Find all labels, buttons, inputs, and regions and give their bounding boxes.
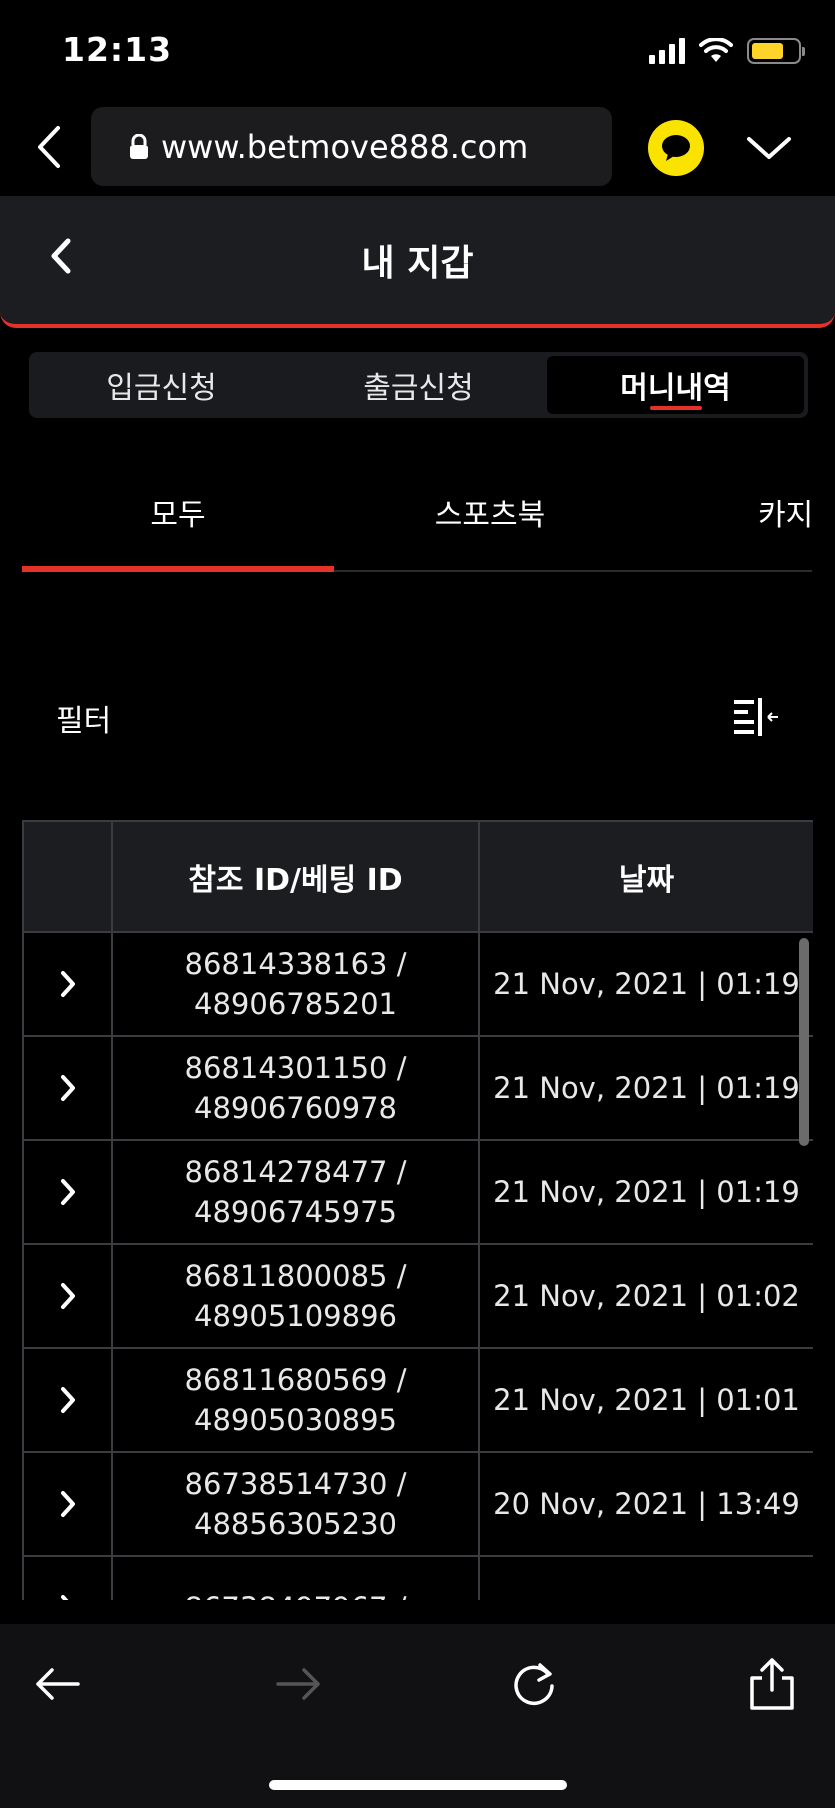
row-ref-cell: 86811680569 / 48905030895 <box>111 1347 480 1453</box>
row-expand-button[interactable] <box>22 1035 113 1141</box>
chevron-right-icon <box>60 970 75 997</box>
bet-id: 48906760978 <box>194 1091 397 1125</box>
row-ref-cell: 86814278477 / 48906745975 <box>111 1139 480 1245</box>
forward-arrow-icon[interactable] <box>266 1654 330 1714</box>
history-table-container[interactable]: 참조 ID/베팅 ID 날짜 86814338163 / 48906785201 … <box>22 820 813 1600</box>
table-header-row: 참조 ID/베팅 ID 날짜 <box>22 820 813 933</box>
category-tab-casino[interactable]: 카지 <box>758 490 835 534</box>
row-expand-button[interactable] <box>22 1139 113 1245</box>
row-expand-button[interactable] <box>22 1347 113 1453</box>
row-expand-button[interactable] <box>22 1555 113 1600</box>
row-date: 21 Nov, 2021 | 01:02 <box>478 1243 813 1349</box>
table-row[interactable]: 86811680569 / 48905030895 21 Nov, 2021 | … <box>22 1347 813 1453</box>
filter-label: 필터 <box>56 704 112 739</box>
ref-id: 86814278477 / <box>184 1155 407 1189</box>
page-title: 내 지갑 <box>361 243 474 284</box>
chevron-right-icon <box>60 1594 69 1600</box>
status-icons <box>649 36 805 66</box>
table-row[interactable]: 86814338163 / 48906785201 21 Nov, 2021 | … <box>22 931 813 1037</box>
row-date <box>478 1555 813 1600</box>
home-indicator[interactable] <box>269 1780 567 1790</box>
tab-withdraw[interactable]: 출금신청 <box>290 356 547 414</box>
row-expand-button[interactable] <box>22 1451 113 1557</box>
row-ref-cell: 86811800085 / 48905109896 <box>111 1243 480 1349</box>
chat-bubble-icon <box>662 135 690 161</box>
tab-deposit[interactable]: 입금신청 <box>33 356 290 414</box>
lock-icon <box>130 133 148 159</box>
row-expand-button[interactable] <box>22 1243 113 1349</box>
chevron-right-icon <box>60 1178 75 1205</box>
kakao-chat-button[interactable] <box>648 120 704 176</box>
row-ref-cell: 86738497967 / <box>111 1555 480 1600</box>
browser-toolbar <box>0 1624 835 1808</box>
table-row[interactable]: 86814301150 / 48906760978 21 Nov, 2021 | … <box>22 1035 813 1141</box>
table-scrollbar[interactable] <box>799 938 809 1146</box>
browser-bar: www.betmove888.com <box>0 100 835 195</box>
chevron-right-icon <box>60 1386 75 1413</box>
category-tab-all[interactable]: 모두 <box>22 490 334 534</box>
header-expand <box>22 820 113 933</box>
battery-icon <box>747 38 805 64</box>
row-ref-cell: 86738514730 / 48856305230 <box>111 1451 480 1557</box>
filter-row: 필터 <box>56 696 780 746</box>
ref-id: 86811800085 / <box>184 1259 407 1293</box>
chevron-right-icon <box>60 1074 75 1101</box>
share-icon[interactable] <box>740 1654 804 1714</box>
row-ref-cell: 86814301150 / 48906760978 <box>111 1035 480 1141</box>
category-tab-sportsbook[interactable]: 스포츠북 <box>334 490 646 534</box>
bet-id: 48905109896 <box>194 1299 397 1333</box>
url-bar[interactable]: www.betmove888.com <box>91 107 612 186</box>
browser-back-icon[interactable] <box>30 122 70 172</box>
filter-icon[interactable] <box>732 696 780 738</box>
row-date: 21 Nov, 2021 | 01:19 <box>478 1139 813 1245</box>
back-arrow-icon[interactable] <box>26 1654 90 1714</box>
row-date: 21 Nov, 2021 | 01:19 <box>478 931 813 1037</box>
history-table: 참조 ID/베팅 ID 날짜 86814338163 / 48906785201 … <box>22 820 813 1600</box>
status-time: 12:13 <box>62 30 173 69</box>
chevron-down-icon[interactable] <box>744 130 794 166</box>
chevron-right-icon <box>60 1282 75 1309</box>
ref-id: 86814301150 / <box>184 1051 407 1085</box>
ref-id: 86811680569 / <box>184 1363 407 1397</box>
wallet-tabs: 입금신청 출금신청 머니내역 <box>29 352 808 418</box>
wifi-icon <box>699 38 733 62</box>
bet-id: 48856305230 <box>194 1507 397 1541</box>
signal-icon <box>649 38 685 64</box>
tab-money-history[interactable]: 머니내역 <box>547 356 804 414</box>
ref-id: 86738497967 / <box>113 1588 478 1600</box>
row-date: 21 Nov, 2021 | 01:19 <box>478 1035 813 1141</box>
category-tabs: 모두 스포츠북 카지 <box>22 470 835 574</box>
row-ref-cell: 86814338163 / 48906785201 <box>111 931 480 1037</box>
ref-id: 86738514730 / <box>184 1467 407 1501</box>
chevron-right-icon <box>60 1490 75 1517</box>
status-bar: 12:13 <box>0 0 835 100</box>
reload-icon[interactable] <box>502 1654 566 1714</box>
table-row[interactable]: 86814278477 / 48906745975 21 Nov, 2021 | … <box>22 1139 813 1245</box>
table-row[interactable]: 86811800085 / 48905109896 21 Nov, 2021 | … <box>22 1243 813 1349</box>
row-date: 21 Nov, 2021 | 01:01 <box>478 1347 813 1453</box>
header-date: 날짜 <box>478 820 813 933</box>
row-expand-button[interactable] <box>22 931 113 1037</box>
bet-id: 48906745975 <box>194 1195 397 1229</box>
wallet-header: 내 지갑 <box>0 196 835 328</box>
ref-id: 86814338163 / <box>184 947 407 981</box>
row-date: 20 Nov, 2021 | 13:49 <box>478 1451 813 1557</box>
header-ref-id: 참조 ID/베팅 ID <box>111 820 480 933</box>
bet-id: 48905030895 <box>194 1403 397 1437</box>
url-text: www.betmove888.com <box>161 127 529 166</box>
bet-id: 48906785201 <box>194 987 397 1021</box>
category-active-indicator <box>22 566 334 572</box>
table-row[interactable]: 86738514730 / 48856305230 20 Nov, 2021 | … <box>22 1451 813 1557</box>
table-row[interactable]: 86738497967 / <box>22 1555 813 1600</box>
